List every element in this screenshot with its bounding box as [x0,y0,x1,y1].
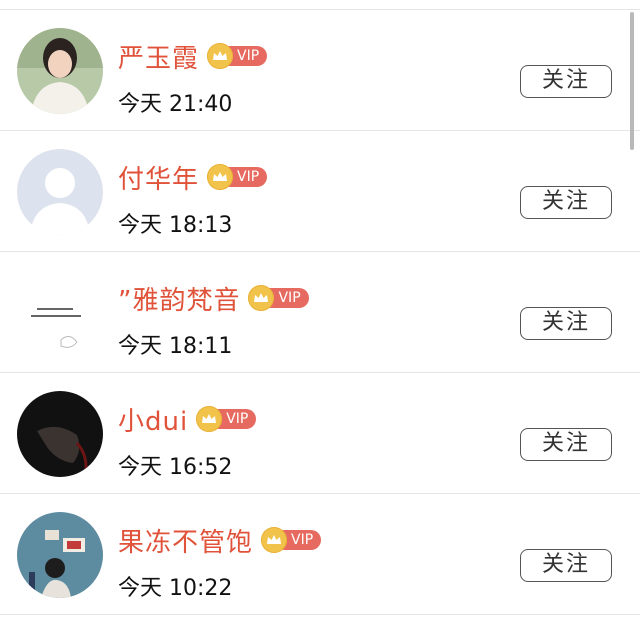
timestamp: 今天 10:22 [118,576,233,601]
user-name[interactable]: 严玉霞 [118,38,199,75]
vip-badge: VIP [196,406,257,432]
name-line: 严玉霞 VIP [118,36,268,76]
user-name[interactable]: 小dui [118,401,188,438]
follow-button[interactable]: 关注 [520,307,612,340]
name-line: 付华年 VIP [118,157,268,197]
follow-button[interactable]: 关注 [520,186,612,219]
user-name[interactable]: ”雅韵梵音 [118,280,240,317]
scrollbar[interactable] [630,12,634,150]
vip-badge: VIP [248,285,309,311]
avatar[interactable] [17,512,103,598]
follow-button[interactable]: 关注 [520,549,612,582]
vip-badge: VIP [207,43,268,69]
vip-badge: VIP [261,527,322,553]
vip-badge: VIP [207,164,268,190]
list-item[interactable]: 严玉霞 VIP 今天 21:40 关注 [0,10,640,131]
divider [0,614,640,615]
user-name[interactable]: 付华年 [118,159,199,196]
timestamp: 今天 16:52 [118,455,233,480]
list-item[interactable]: 付华年 VIP 今天 18:13 关注 [0,131,640,252]
timestamp: 今天 18:11 [118,334,233,359]
avatar[interactable] [17,270,103,356]
user-name[interactable]: 果冻不管饱 [118,522,253,559]
crown-icon [207,164,234,190]
follow-button[interactable]: 关注 [520,428,612,461]
follow-button[interactable]: 关注 [520,65,612,98]
timestamp: 今天 21:40 [118,92,233,117]
avatar[interactable] [17,149,103,235]
avatar[interactable] [17,391,103,477]
name-line: 小dui VIP [118,399,257,439]
crown-icon [261,527,288,553]
list-item[interactable]: 小dui VIP 今天 16:52 关注 [0,373,640,494]
list-item[interactable]: 果冻不管饱 VIP 今天 10:22 关注 [0,494,640,615]
list-item[interactable]: ”雅韵梵音 VIP 今天 18:11 关注 [0,252,640,373]
name-line: ”雅韵梵音 VIP [118,278,309,318]
crown-icon [207,43,234,69]
avatar[interactable] [17,28,103,114]
name-line: 果冻不管饱 VIP [118,520,322,560]
timestamp: 今天 18:13 [118,213,233,238]
